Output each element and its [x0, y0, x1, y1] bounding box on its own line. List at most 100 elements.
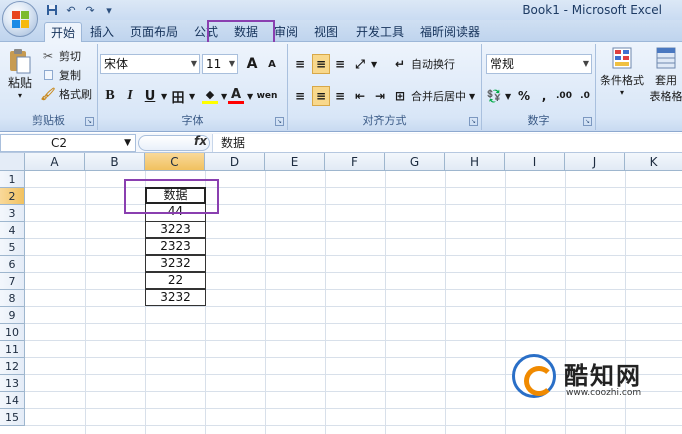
insert-function-icon[interactable]: fx [194, 134, 207, 148]
column-header-i[interactable]: I [505, 153, 565, 171]
customize-qat-icon[interactable]: ▾ [101, 3, 117, 17]
format-as-table-label: 套用 [655, 74, 677, 87]
row-header-3[interactable]: 3 [0, 205, 25, 222]
font-launcher-icon[interactable]: ↘ [275, 117, 284, 126]
format-painter-button[interactable]: 🖌 格式刷 [40, 84, 92, 104]
column-header-a[interactable]: A [25, 153, 85, 171]
wrap-text-icon: ↵ [394, 57, 406, 71]
bottom-align-button[interactable]: ≡ [332, 54, 348, 74]
orientation-button[interactable]: ⤢ ▼ [352, 54, 377, 74]
ribbon: 粘贴 ▾ ✂ 剪切 复制 🖌 格式刷 剪贴板 ↘ 宋体 ▼ 11 ▼ A A B… [0, 42, 682, 132]
column-header-e[interactable]: E [265, 153, 325, 171]
bold-button[interactable]: B [102, 86, 118, 106]
row-header-1[interactable]: 1 [0, 171, 25, 188]
font-group-label: 字体 [181, 114, 204, 127]
font-name-select[interactable]: 宋体 ▼ [100, 54, 200, 74]
gridline [25, 408, 682, 409]
column-header-c[interactable]: C [145, 153, 205, 171]
row-header-6[interactable]: 6 [0, 256, 25, 273]
column-header-j[interactable]: J [565, 153, 625, 171]
row-header-12[interactable]: 12 [0, 358, 25, 375]
conditional-format-button[interactable]: 条件格式 ▾ [598, 46, 646, 97]
comma-button[interactable]: , [536, 86, 552, 106]
tab-home[interactable]: 开始 [44, 22, 82, 42]
row-header-11[interactable]: 11 [0, 341, 25, 358]
row-header-15[interactable]: 15 [0, 409, 25, 426]
office-button[interactable] [2, 1, 38, 37]
cell-c7[interactable]: 22 [145, 272, 206, 289]
copy-button[interactable]: 复制 [40, 65, 81, 85]
number-launcher-icon[interactable]: ↘ [583, 117, 592, 126]
align-left-button[interactable]: ≡ [292, 86, 308, 106]
format-as-table-button[interactable]: 套用 表格格 [646, 46, 682, 104]
select-all-corner[interactable] [0, 153, 25, 171]
currency-icon: 💱 [486, 89, 502, 103]
column-header-d[interactable]: D [205, 153, 265, 171]
align-right-button[interactable]: ≡ [332, 86, 348, 106]
tab-insert[interactable]: 插入 [84, 22, 120, 42]
border-icon: 田 [171, 90, 185, 106]
cell-c4[interactable]: 3223 [145, 221, 206, 238]
gridline [25, 238, 682, 239]
cell-c6[interactable]: 3232 [145, 255, 206, 272]
column-header-b[interactable]: B [85, 153, 145, 171]
row-header-9[interactable]: 9 [0, 307, 25, 324]
cut-button[interactable]: ✂ 剪切 [40, 46, 81, 66]
number-group-label: 数字 [527, 114, 550, 127]
column-header-g[interactable]: G [385, 153, 445, 171]
cell-c8[interactable]: 3232 [145, 289, 206, 306]
shrink-font-button[interactable]: A [264, 54, 280, 74]
name-box[interactable]: C2 ▼ [0, 134, 136, 152]
tab-page-layout[interactable]: 页面布局 [124, 22, 184, 42]
increase-indent-button[interactable]: ⇥ [372, 86, 388, 106]
increase-decimal-button[interactable]: .00 [554, 86, 574, 106]
redo-icon[interactable]: ↷ [82, 3, 98, 17]
shrink-font-icon: A [268, 58, 276, 70]
alignment-launcher-icon[interactable]: ↘ [469, 117, 478, 126]
row-header-10[interactable]: 10 [0, 324, 25, 341]
row-header-5[interactable]: 5 [0, 239, 25, 256]
tab-view[interactable]: 视图 [308, 22, 344, 42]
tab-foxit-reader[interactable]: 福昕阅读器 [414, 22, 486, 42]
border-button[interactable]: 田 ▼ [170, 86, 195, 106]
column-header-k[interactable]: K [625, 153, 682, 171]
underline-button[interactable]: U ▼ [142, 86, 167, 106]
row-header-4[interactable]: 4 [0, 222, 25, 239]
decrease-decimal-button[interactable]: .0 [576, 86, 594, 106]
percent-button[interactable]: % [516, 86, 532, 106]
paste-button[interactable]: 粘贴 ▾ [4, 48, 36, 104]
column-header-h[interactable]: H [445, 153, 505, 171]
wrap-text-button[interactable]: ↵ 自动换行 [392, 54, 455, 74]
chevron-down-icon: ▼ [228, 59, 235, 68]
number-format-select[interactable]: 常规 ▼ [486, 54, 592, 74]
row-header-13[interactable]: 13 [0, 375, 25, 392]
gridline [25, 306, 682, 307]
row-header-14[interactable]: 14 [0, 392, 25, 409]
decrease-indent-button[interactable]: ⇤ [352, 86, 368, 106]
format-as-table-label-2: 表格格 [649, 90, 682, 103]
align-center-button[interactable]: ≡ [312, 86, 330, 106]
tab-developer[interactable]: 开发工具 [350, 22, 410, 42]
italic-button[interactable]: I [122, 86, 138, 106]
clipboard-group: 粘贴 ▾ ✂ 剪切 复制 🖌 格式刷 剪贴板 ↘ [0, 44, 98, 130]
formula-input[interactable]: 数据 [212, 134, 682, 152]
row-header-2[interactable]: 2 [0, 188, 25, 205]
clipboard-launcher-icon[interactable]: ↘ [85, 117, 94, 126]
middle-align-button[interactable]: ≡ [312, 54, 330, 74]
row-header-8[interactable]: 8 [0, 290, 25, 307]
quick-access-toolbar: ↶ ↷ ▾ [44, 2, 117, 18]
column-header-f[interactable]: F [325, 153, 385, 171]
merge-center-button[interactable]: ⊞ 合并后居中 ▼ [392, 86, 475, 106]
top-align-button[interactable]: ≡ [292, 54, 308, 74]
font-color-button[interactable]: A ▼ [228, 86, 253, 106]
paste-dropdown-icon[interactable]: ▾ [4, 91, 36, 100]
phonetic-button[interactable]: wen [256, 86, 278, 106]
row-header-7[interactable]: 7 [0, 273, 25, 290]
font-size-select[interactable]: 11 ▼ [202, 54, 238, 74]
undo-icon[interactable]: ↶ [63, 3, 79, 17]
cell-c5[interactable]: 2323 [145, 238, 206, 255]
fill-color-button[interactable]: ◆ ▼ [202, 86, 227, 106]
accounting-format-button[interactable]: 💱 ▼ [486, 86, 512, 106]
save-icon[interactable] [44, 3, 60, 17]
grow-font-button[interactable]: A [244, 54, 260, 74]
